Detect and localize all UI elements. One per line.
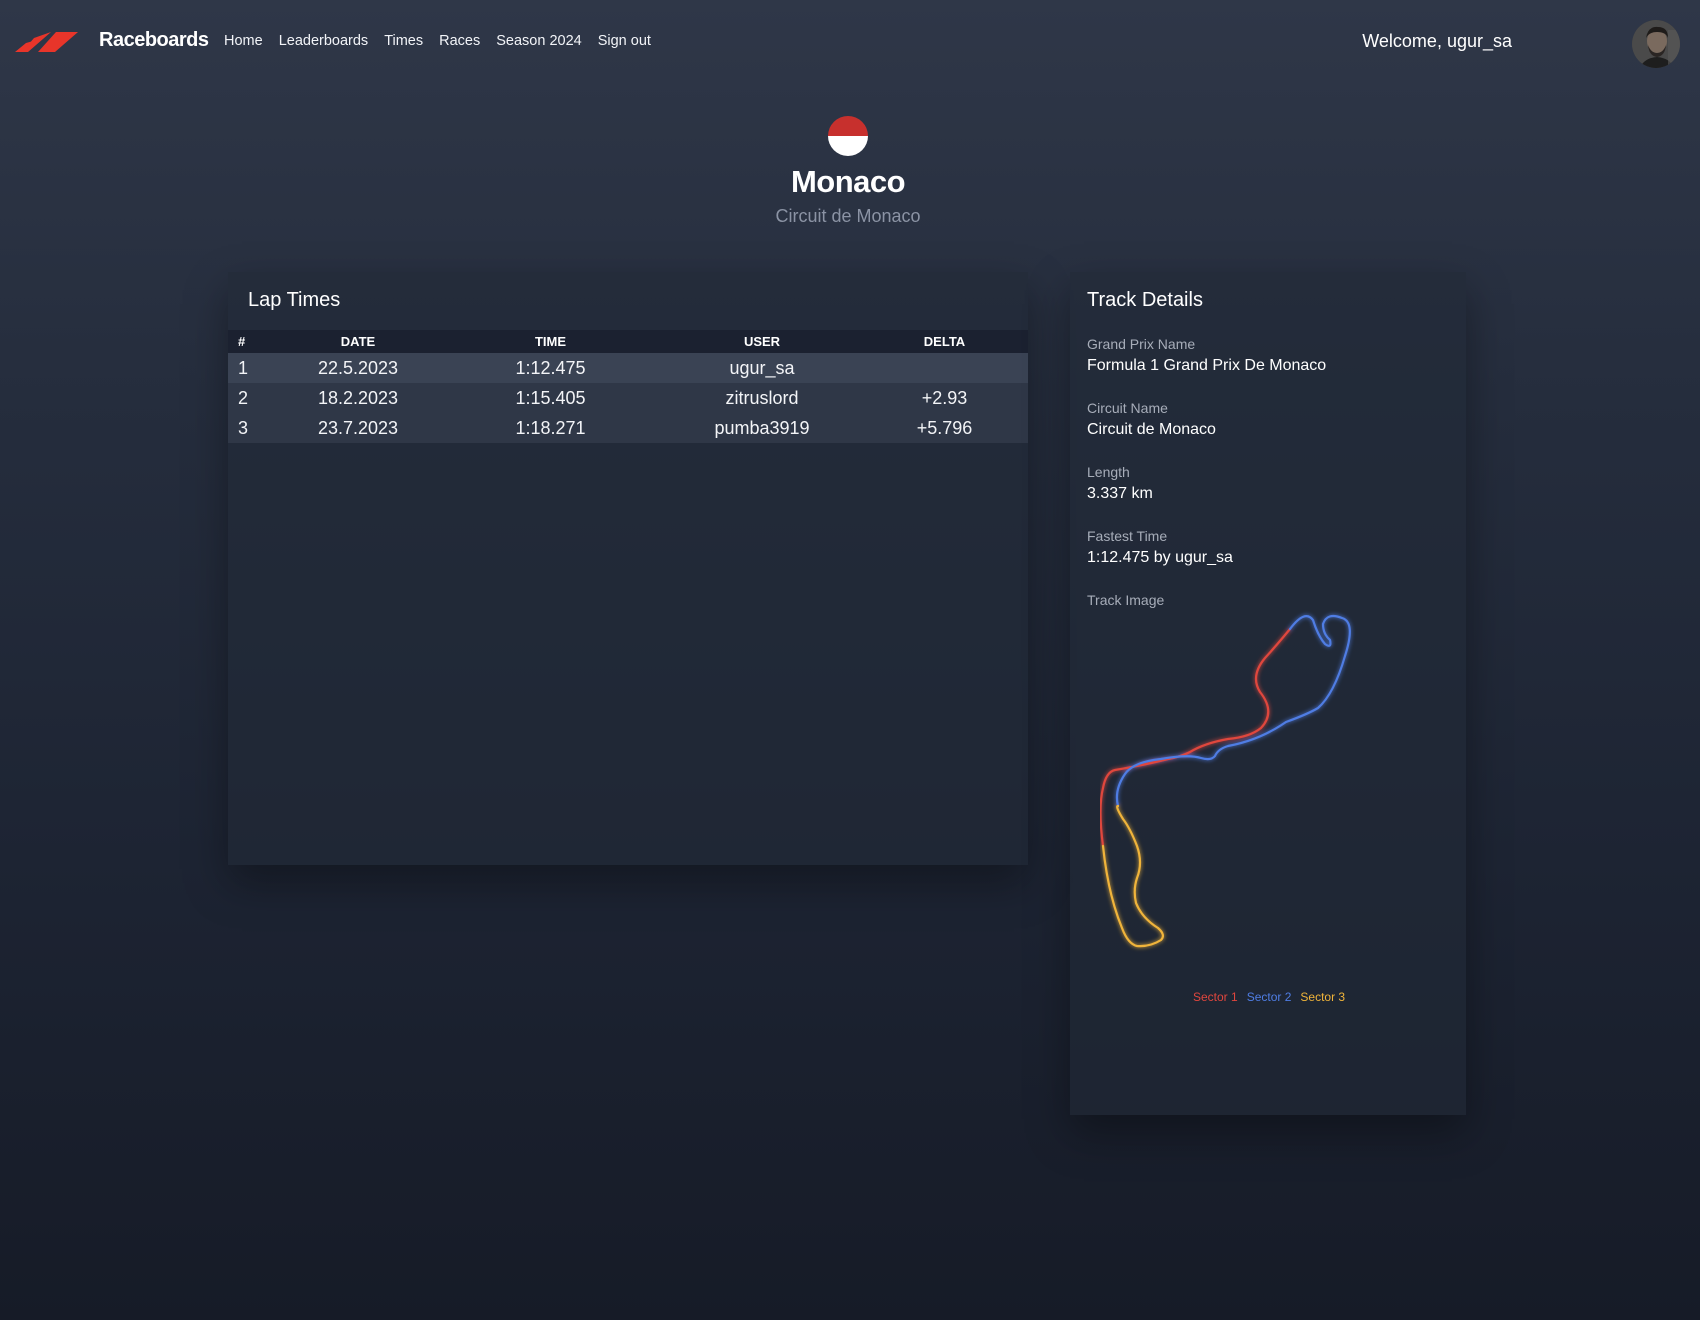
track-header: Monaco Circuit de Monaco: [0, 116, 1696, 227]
welcome-text: Welcome, ugur_sa: [1362, 31, 1512, 51]
table-header-row: # DATE TIME USER DELTA: [228, 330, 1028, 353]
col-header-user[interactable]: USER: [663, 330, 861, 353]
cell-delta: +2.93: [921, 387, 968, 408]
table-row[interactable]: 1 22.5.2023 1:12.475 ugur_sa: [228, 353, 1028, 383]
circuit-name-label: Circuit Name: [1087, 400, 1168, 416]
cell-time: 1:18.271: [515, 417, 586, 438]
nav-link-times[interactable]: Times: [384, 33, 423, 49]
cell-position: 1: [238, 357, 249, 378]
cell-position: 3: [238, 417, 249, 438]
cell-user: pumba3919: [714, 417, 810, 438]
track-map-image: [1100, 614, 1351, 948]
cell-date: 23.7.2023: [317, 417, 399, 438]
nav-link-home[interactable]: Home: [224, 33, 263, 49]
cell-date: 22.5.2023: [317, 357, 399, 378]
avatar-icon: [1632, 20, 1680, 68]
legend-sector-3: Sector 3: [1300, 990, 1346, 1004]
brand-name[interactable]: Raceboards: [99, 29, 209, 52]
col-header-delta[interactable]: DELTA: [861, 330, 1028, 353]
track-details-card: Track Details Grand Prix Name Formula 1 …: [1070, 272, 1466, 1115]
nav-link-races[interactable]: Races: [439, 33, 480, 49]
cell-position: 2: [238, 387, 249, 408]
table-row[interactable]: 2 18.2.2023 1:15.405 zitruslord +2.93: [228, 383, 1028, 413]
col-header-time[interactable]: TIME: [438, 330, 663, 353]
f1-logo-icon[interactable]: [14, 32, 78, 52]
cell-delta: [861, 353, 1028, 383]
nav-links: Home Leaderboards Times Races Season 202…: [224, 33, 651, 49]
top-navbar: Raceboards Home Leaderboards Times Races…: [0, 0, 1700, 84]
legend-sector-2: Sector 2: [1246, 990, 1292, 1004]
cell-time: 1:12.475: [515, 357, 586, 378]
cell-date: 18.2.2023: [317, 387, 399, 408]
nav-link-leaderboards[interactable]: Leaderboards: [279, 33, 369, 49]
grand-prix-value: Formula 1 Grand Prix De Monaco: [1087, 357, 1327, 374]
legend-sector-1: Sector 1: [1193, 990, 1238, 1004]
monaco-flag-icon: [828, 116, 868, 156]
user-avatar[interactable]: [1632, 20, 1680, 68]
cell-time: 1:15.405: [515, 387, 586, 408]
lap-times-table: # DATE TIME USER DELTA 1 22.5.2023 1:12.…: [228, 330, 1028, 443]
lap-times-card: Lap Times # DATE TIME USER DELTA 1 22.5.…: [228, 272, 1028, 865]
lap-times-title: Lap Times: [248, 289, 341, 311]
grand-prix-label: Grand Prix Name: [1087, 336, 1196, 352]
length-detail: Length 3.337 km: [1087, 464, 1153, 503]
fastest-time-detail: Fastest Time 1:12.475 by ugur_sa: [1087, 528, 1233, 567]
sector-legend: Sector 1 Sector 2 Sector 3: [1193, 990, 1345, 1004]
col-header-position[interactable]: #: [228, 330, 278, 353]
circuit-name-value: Circuit de Monaco: [1087, 421, 1216, 438]
circuit-subtitle: Circuit de Monaco: [775, 206, 921, 226]
country-title: Monaco: [790, 164, 906, 199]
track-sector-2: [1115, 614, 1351, 808]
grand-prix-detail: Grand Prix Name Formula 1 Grand Prix De …: [1087, 336, 1326, 375]
track-sector-1: [1100, 627, 1292, 848]
cell-delta: +5.796: [916, 417, 973, 438]
length-label: Length: [1087, 464, 1130, 480]
track-sector-3: [1101, 804, 1165, 948]
table-row[interactable]: 3 23.7.2023 1:18.271 pumba3919 +5.796: [228, 413, 1028, 443]
cell-user: zitruslord: [725, 387, 799, 408]
length-value: 3.337 km: [1087, 485, 1153, 502]
cell-user: ugur_sa: [729, 357, 795, 378]
nav-link-sign-out[interactable]: Sign out: [598, 33, 651, 49]
fastest-time-value: 1:12.475 by ugur_sa: [1087, 549, 1233, 566]
track-details-title: Track Details: [1087, 289, 1203, 311]
fastest-time-label: Fastest Time: [1087, 528, 1168, 544]
col-header-date[interactable]: DATE: [278, 330, 438, 353]
nav-link-season[interactable]: Season 2024: [496, 33, 581, 49]
circuit-name-detail: Circuit Name Circuit de Monaco: [1087, 400, 1216, 439]
